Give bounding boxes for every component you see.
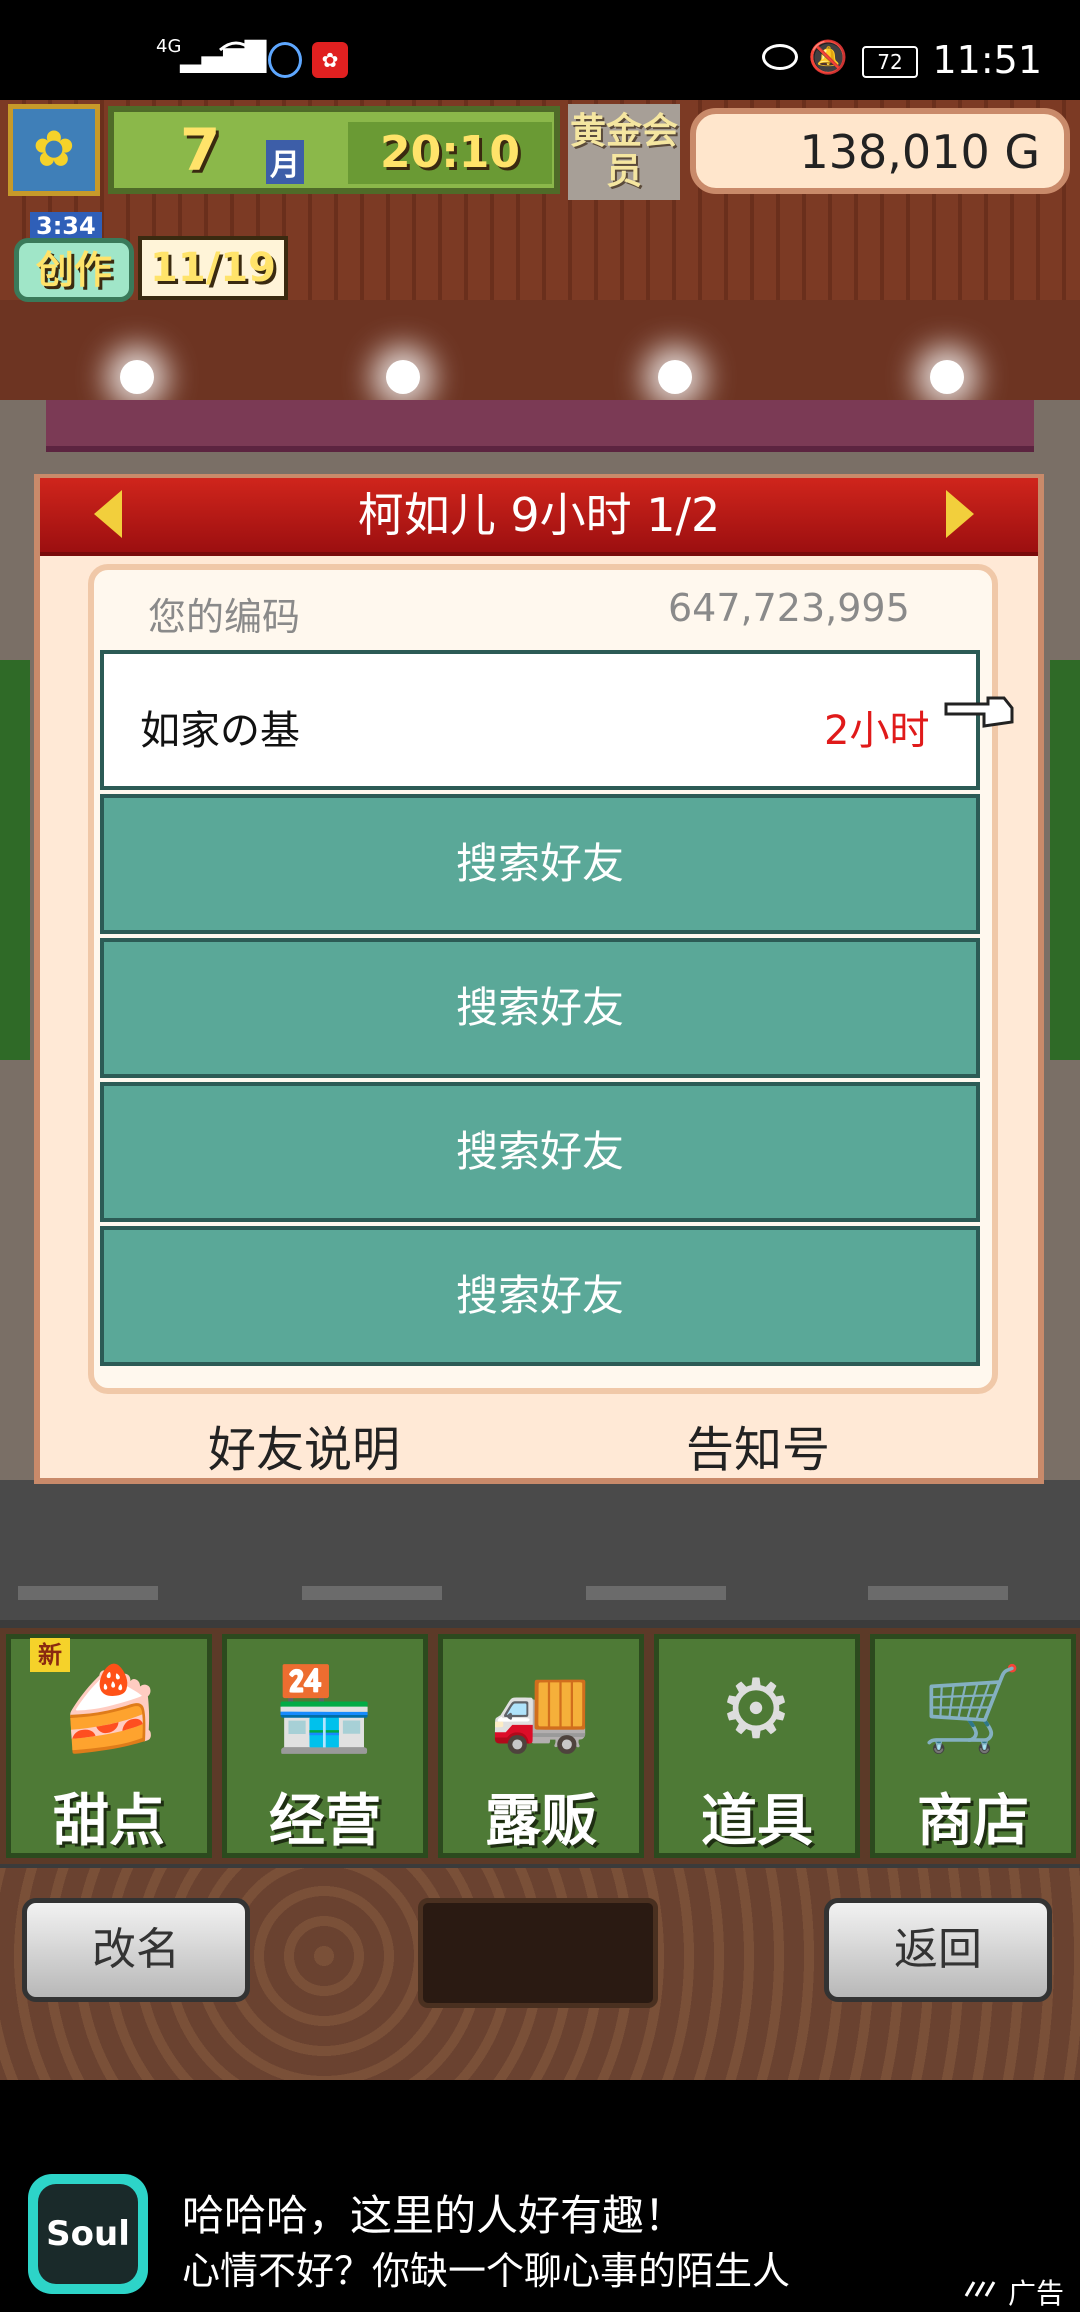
dialog-title: 柯如儿 9小时 1/2 [357,488,721,542]
shop-icon: 🏪 [272,1662,376,1757]
eye-comfort-icon [762,44,798,70]
create-timer: 3:34 [30,212,102,240]
gold-member-badge[interactable]: 黄金会员 [568,104,680,200]
month-value: 7 [180,116,221,184]
qq-icon [268,42,302,78]
your-code-label: 您的编码 [148,595,301,639]
lamp-light [386,360,420,394]
empty-slot [418,1898,658,2008]
mute-bell-icon: 🔕 [808,38,848,76]
cart-icon: 🛒 [920,1662,1024,1757]
lamp-light [658,360,692,394]
road-marking [586,1586,726,1600]
back-button[interactable]: 返回 [824,1898,1052,2002]
soul-logo-text: Soul [38,2184,138,2284]
status-bar: 4G ▂▄▆█ ✿ 🔕 72 11:51 [0,0,1080,100]
ad-headline: 哈哈哈，这里的人好有趣！ [182,2191,687,2240]
lamp-light [120,360,154,394]
food-truck-icon: 🚚 [488,1662,592,1757]
search-friend-button[interactable]: 搜索好友 [100,938,980,1078]
road-marking [868,1586,1008,1600]
month-label: 月 [266,140,304,184]
announce-code-link[interactable]: 告知号 [686,1410,830,1480]
new-badge: 新 [30,1638,70,1672]
ad-network-icon [964,2281,996,2297]
menu-manage-label: 经营 [269,1789,381,1854]
app-notification-icon: ✿ [312,42,348,78]
search-friend-button[interactable]: 搜索好友 [100,1082,980,1222]
pointing-hand-icon [944,696,1014,728]
friend-time: 2小时 [824,708,930,754]
money-display: 138,010 G [690,108,1070,194]
wifi-icon [219,41,253,66]
battery-icon: 72 [862,46,918,78]
clock-time: 11:51 [932,38,1042,82]
prev-page-arrow-icon[interactable] [94,490,122,538]
create-button[interactable]: 创作 [14,238,134,302]
search-friend-button[interactable]: 搜索好友 [100,1226,980,1366]
network-signal-icon: 4G [156,36,182,57]
menu-stall-label: 露贩 [485,1789,597,1854]
tree [0,660,30,1060]
tools-bag-icon: ⚙ [719,1662,793,1757]
lamp-light [930,360,964,394]
menu-dessert-label: 甜点 [53,1789,165,1854]
road-marking [18,1586,158,1600]
road-marking [302,1586,442,1600]
menu-store-label: 商店 [917,1789,1029,1854]
sunflower-icon[interactable]: ✿ [8,104,100,196]
friend-name: 如家の基 [140,708,300,754]
search-friend-button[interactable]: 搜索好友 [100,794,980,934]
tree [1050,660,1080,1060]
game-clock: 20:10 [348,122,552,184]
friend-help-link[interactable]: 好友说明 [208,1410,400,1480]
ad-label: 广告 [1008,2277,1065,2310]
menu-items-label: 道具 [701,1789,813,1854]
next-page-arrow-icon[interactable] [946,490,974,538]
your-code-value: 647,723,995 [668,586,910,630]
ad-subline: 心情不好？你缺一个聊心事的陌生人 [182,2249,791,2293]
shop-awning [46,400,1034,452]
rename-button[interactable]: 改名 [22,1898,250,2002]
create-count: 11/19 [138,236,288,300]
